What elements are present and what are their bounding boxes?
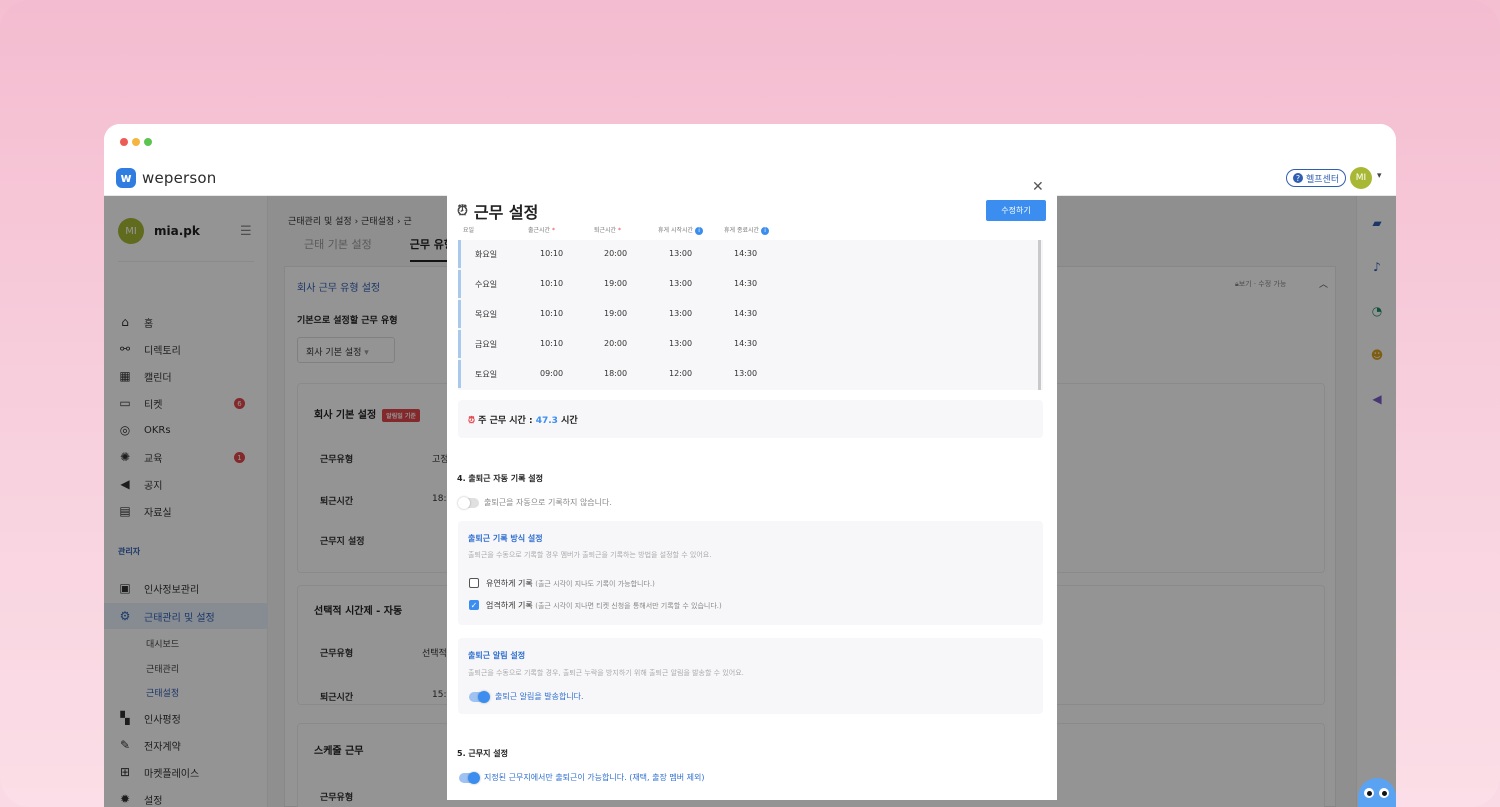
clock-out-time[interactable]: 18:00 xyxy=(604,369,627,378)
column-header-text: 퇴근시간 xyxy=(594,227,617,234)
location-toggle-label: 지정된 근무지에서만 출퇴근이 가능합니다. (재택, 출장 멤버 제외) xyxy=(484,773,705,782)
clock-in-time[interactable]: 10:10 xyxy=(540,339,563,348)
column-header-text: 휴게 종료시간 xyxy=(724,227,760,234)
day-label: 금요일 xyxy=(475,340,498,349)
break-start-time[interactable]: 13:00 xyxy=(669,339,692,348)
alarm-clock-icon: ⏰︎ xyxy=(457,203,468,219)
work-settings-modal: ✕ ⏰︎ 근무 설정 수정하기 요일 출근시간 * 퇴근시간 * 휴게 시작시간 i… xyxy=(447,177,1057,800)
schedule-row: 수요일 10:10 19:00 13:00 14:30 xyxy=(458,270,1043,298)
save-button[interactable]: 수정하기 xyxy=(986,200,1046,221)
auto-record-toggle[interactable] xyxy=(458,497,479,509)
close-icon[interactable]: ✕ xyxy=(1032,179,1044,195)
option-label: 엄격하게 기록 xyxy=(486,601,533,610)
flexible-record-label: 유연하게 기록 (출근 시각이 지나도 기록이 가능합니다.) xyxy=(486,578,655,589)
column-header-text: 출근시간 xyxy=(528,227,551,234)
help-center-label: 헬프센터 xyxy=(1306,174,1340,185)
break-end-time[interactable]: 14:30 xyxy=(734,339,757,348)
weekly-hours-box: ⏰︎ 주 근무 시간 : 47.3 시간 xyxy=(458,400,1043,438)
alarm-desc: 출퇴근을 수동으로 기록할 경우, 출퇴근 누락을 방지하기 위해 출퇴근 알림… xyxy=(468,669,744,677)
section-title: 5. 근무지 설정 xyxy=(457,749,508,758)
option-label: 유연하게 기록 xyxy=(486,579,533,588)
flexible-record-checkbox[interactable] xyxy=(469,578,479,588)
schedule-row: 금요일 10:10 20:00 13:00 14:30 xyxy=(458,330,1043,358)
minimize-dot[interactable] xyxy=(132,138,140,146)
info-icon[interactable]: i xyxy=(695,226,704,235)
clock-in-time[interactable]: 09:00 xyxy=(540,369,563,378)
break-start-time[interactable]: 12:00 xyxy=(669,369,692,378)
mascot-eye xyxy=(1379,788,1389,798)
clock-in-time[interactable]: 10:10 xyxy=(540,249,563,258)
clock-out-time[interactable]: 19:00 xyxy=(604,279,627,288)
alarm-toggle-label: 출퇴근 알림을 발송합니다. xyxy=(495,692,584,701)
schedule-row: 화요일 10:10 20:00 13:00 14:30 xyxy=(458,240,1043,268)
clock-out-time[interactable]: 20:00 xyxy=(604,339,627,348)
toggle-knob xyxy=(468,772,480,784)
chevron-down-icon[interactable]: ▾ xyxy=(1377,171,1382,181)
break-end-time[interactable]: 14:30 xyxy=(734,249,757,258)
clock-out-time[interactable]: 19:00 xyxy=(604,309,627,318)
window-titlebar xyxy=(104,124,1396,160)
avatar[interactable]: MI xyxy=(1350,167,1372,189)
scrollbar[interactable] xyxy=(1038,240,1041,390)
strict-record-checkbox[interactable]: ✓ xyxy=(469,600,479,610)
break-end-time[interactable]: 14:30 xyxy=(734,309,757,318)
section-title: 4. 출퇴근 자동 기록 설정 xyxy=(457,474,543,483)
clock-in-time[interactable]: 10:10 xyxy=(540,279,563,288)
question-icon: ? xyxy=(1293,173,1303,183)
option-hint: (출근 시각이 지나도 기록이 가능합니다.) xyxy=(535,580,655,588)
auto-record-label: 출퇴근을 자동으로 기록하지 않습니다. xyxy=(484,498,612,507)
weekly-hours-label: 주 근무 시간 : xyxy=(478,416,533,426)
weekly-hours: ⏰︎ 주 근무 시간 : 47.3 시간 xyxy=(468,413,578,426)
weekly-hours-value: 47.3 xyxy=(535,416,558,426)
day-label: 토요일 xyxy=(475,370,498,379)
clock-out-time[interactable]: 20:00 xyxy=(604,249,627,258)
column-header: 요일 xyxy=(463,227,475,234)
strict-record-label: 엄격하게 기록 (출근 시각이 지나면 티켓 신청을 통해서만 기록할 수 있습… xyxy=(486,600,722,611)
brand-logo[interactable]: w weperson xyxy=(116,168,217,188)
toggle-knob xyxy=(458,497,470,509)
option-hint: (출근 시각이 지나면 티켓 신청을 통해서만 기록할 수 있습니다.) xyxy=(535,602,722,610)
mascot-eye xyxy=(1364,788,1374,798)
modal-title: ⏰︎ 근무 설정 xyxy=(457,199,538,223)
alarm-clock-icon: ⏰︎ xyxy=(468,416,476,426)
record-method-box: 출퇴근 기록 방식 설정 출퇴근을 수동으로 기록할 경우 멤버가 출퇴근을 기… xyxy=(458,521,1043,625)
record-method-desc: 출퇴근을 수동으로 기록할 경우 멤버가 출퇴근을 기록하는 방법을 설정할 수… xyxy=(468,551,712,559)
location-toggle[interactable] xyxy=(459,772,480,784)
schedule-row: 토요일 09:00 18:00 12:00 13:00 xyxy=(458,360,1043,388)
schedule-row: 목요일 10:10 19:00 13:00 14:30 xyxy=(458,300,1043,328)
clock-in-time[interactable]: 10:10 xyxy=(540,309,563,318)
brand-name: weperson xyxy=(142,169,217,187)
break-start-time[interactable]: 13:00 xyxy=(669,279,692,288)
weekly-hours-unit: 시간 xyxy=(561,416,578,426)
column-header: 퇴근시간 * xyxy=(594,225,621,234)
column-header: 휴게 종료시간 i xyxy=(724,225,770,235)
break-start-time[interactable]: 13:00 xyxy=(669,309,692,318)
maximize-dot[interactable] xyxy=(144,138,152,146)
required-mark: * xyxy=(618,227,622,234)
break-end-time[interactable]: 14:30 xyxy=(734,279,757,288)
help-center-button[interactable]: ? 헬프센터 xyxy=(1286,169,1347,187)
column-header: 휴게 시작시간 i xyxy=(658,225,704,235)
modal-title-text: 근무 설정 xyxy=(473,203,539,222)
required-mark: * xyxy=(552,227,556,234)
info-icon[interactable]: i xyxy=(761,226,770,235)
break-start-time[interactable]: 13:00 xyxy=(669,249,692,258)
day-label: 목요일 xyxy=(475,310,498,319)
column-header-text: 휴게 시작시간 xyxy=(658,227,694,234)
close-dot[interactable] xyxy=(120,138,128,146)
day-label: 수요일 xyxy=(475,280,498,289)
break-end-time[interactable]: 13:00 xyxy=(734,369,757,378)
alarm-box: 출퇴근 알림 설정 출퇴근을 수동으로 기록할 경우, 출퇴근 누락을 방지하기… xyxy=(458,638,1043,714)
alarm-toggle[interactable] xyxy=(469,691,490,703)
logo-icon: w xyxy=(116,168,136,188)
toggle-knob xyxy=(478,691,490,703)
mascot-pupil xyxy=(1382,791,1387,796)
schedule-table: 화요일 10:10 20:00 13:00 14:30 수요일 10:10 19… xyxy=(458,240,1043,390)
record-method-title: 출퇴근 기록 방식 설정 xyxy=(468,534,543,543)
day-label: 화요일 xyxy=(475,250,498,259)
alarm-title: 출퇴근 알림 설정 xyxy=(468,651,526,660)
mascot-pupil xyxy=(1367,791,1372,796)
column-header: 출근시간 * xyxy=(528,225,555,234)
